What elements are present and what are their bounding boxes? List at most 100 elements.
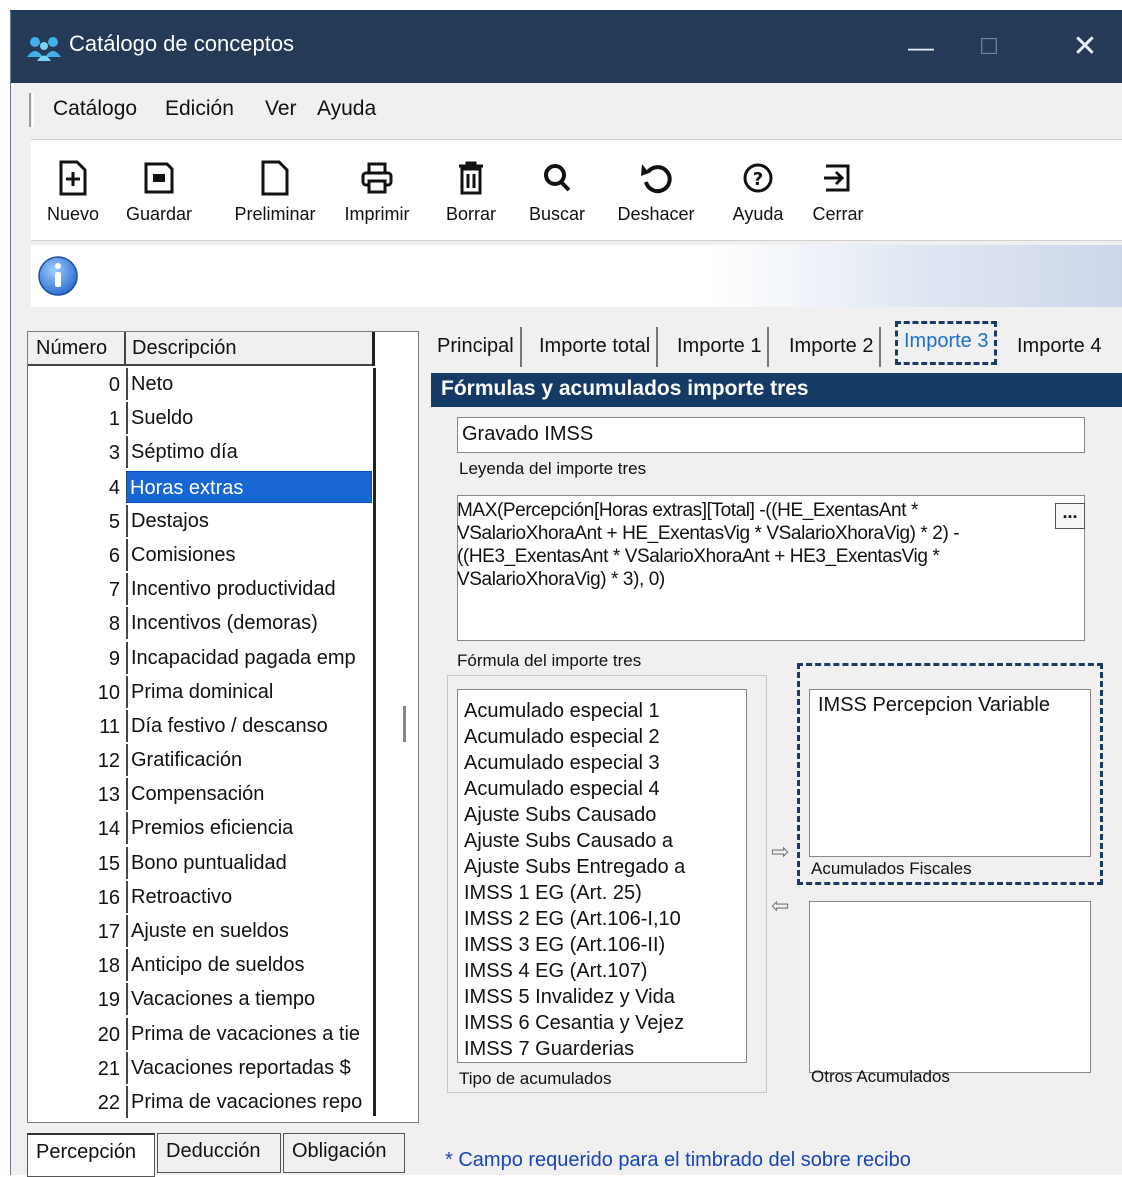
list-item[interactable]: IMSS 3 EG (Art.106-II) <box>458 932 698 958</box>
list-item[interactable]: Acumulado especial 3 <box>458 750 698 776</box>
row-number: 0 <box>108 374 120 396</box>
formula-editor-button[interactable]: ... <box>1055 503 1085 529</box>
tab-obligacion[interactable]: Obligación <box>283 1133 405 1173</box>
table-row[interactable]: 15 Bono puntualidad <box>28 846 375 881</box>
table-row[interactable]: 1 Sueldo <box>28 402 375 436</box>
formula-label: Fórmula del importe tres <box>457 651 642 670</box>
column-header-description[interactable]: Descripción <box>128 332 375 366</box>
row-description: Incapacidad pagada emp <box>126 641 372 674</box>
acc-types-list[interactable]: Acumulado especial 1 Acumulado especial 2… <box>457 689 747 1063</box>
tab-importe-4[interactable]: Importe 4 <box>1011 327 1107 367</box>
acc-types-items: Acumulado especial 1 Acumulado especial 2… <box>458 690 746 1062</box>
table-row[interactable]: 9 Incapacidad pagada emp <box>28 641 375 676</box>
svg-text:?: ? <box>753 169 763 190</box>
row-description: Incentivos (demoras) <box>126 607 372 640</box>
list-item[interactable]: IMSS 6 Cesantia y Vejez <box>458 1010 698 1036</box>
row-number: 3 <box>108 442 120 465</box>
table-row[interactable]: 6 Comisiones <box>28 538 375 573</box>
tab-principal[interactable]: Principal <box>431 327 522 367</box>
table-row[interactable]: 17 Ajuste en sueldos <box>28 915 375 949</box>
table-row[interactable]: 0 Neto <box>28 368 375 402</box>
list-item[interactable]: IMSS 1 EG (Art. 25) <box>458 880 698 906</box>
concepts-list[interactable]: Número Descripción 0 Neto 1 Sueldo 3 Séptimo … <box>27 331 419 1123</box>
list-scrollbar[interactable] <box>403 706 406 742</box>
close-button[interactable]: Cerrar <box>803 140 873 240</box>
row-number: 15 <box>97 852 120 875</box>
add-arrow-icon[interactable]: ⇨ <box>771 839 789 865</box>
menu-ver[interactable]: Ver <box>265 97 297 121</box>
tab-importe-total[interactable]: Importe total <box>533 327 659 367</box>
tab-importe-3[interactable]: Importe 3 <box>895 321 998 365</box>
minimize-button[interactable]: — <box>891 25 951 69</box>
print-button[interactable]: Imprimir <box>331 140 423 240</box>
row-number: 13 <box>97 784 120 807</box>
maximize-button[interactable]: ☐ <box>959 25 1019 69</box>
title-bar[interactable]: Catálogo de conceptos — ☐ ✕ <box>11 13 1122 83</box>
row-description: Ajuste en sueldos <box>126 915 372 947</box>
new-button[interactable]: Nuevo <box>39 140 107 240</box>
search-icon <box>544 164 571 192</box>
legend-field[interactable]: Gravado IMSS <box>457 417 1085 453</box>
table-row[interactable]: 20 Prima de vacaciones a tie <box>28 1017 375 1052</box>
printer-icon <box>361 162 393 194</box>
list-item[interactable]: IMSS 7 Guarderias <box>458 1036 698 1062</box>
row-number: 22 <box>97 1091 120 1114</box>
row-number: 4 <box>108 476 120 499</box>
delete-button[interactable]: Borrar <box>433 140 509 240</box>
acc-types-label: Tipo de acumulados <box>459 1069 612 1088</box>
list-item[interactable]: IMSS 2 EG (Art.106-I,10 <box>458 906 698 932</box>
row-number: 7 <box>108 579 120 602</box>
row-number: 14 <box>97 818 120 841</box>
menu-grip <box>29 93 34 127</box>
list-item[interactable]: Acumulado especial 2 <box>458 724 698 750</box>
row-description: Retroactivo <box>126 880 372 913</box>
table-row[interactable]: 4 Horas extras <box>28 470 375 505</box>
table-row[interactable]: 19 Vacaciones a tiempo <box>28 983 375 1017</box>
row-number: 18 <box>97 955 120 978</box>
table-row[interactable]: 10 Prima dominical <box>28 675 375 710</box>
tab-importe-2[interactable]: Importe 2 <box>783 327 882 367</box>
list-item[interactable]: Acumulado especial 4 <box>458 776 698 802</box>
list-item[interactable]: IMSS 5 Invalidez y Vida <box>458 984 698 1010</box>
tab-deduccion[interactable]: Deducción <box>157 1133 281 1173</box>
table-row[interactable]: 8 Incentivos (demoras) <box>28 607 375 641</box>
menu-ayuda[interactable]: Ayuda <box>317 97 376 121</box>
table-row[interactable]: 16 Retroactivo <box>28 880 375 915</box>
row-number: 1 <box>108 408 120 431</box>
menu-edicion[interactable]: Edición <box>165 97 234 121</box>
undo-button[interactable]: Deshacer <box>605 140 707 240</box>
table-row[interactable]: 18 Anticipo de sueldos <box>28 949 375 983</box>
table-row[interactable]: 7 Incentivo productividad <box>28 573 375 607</box>
table-row[interactable]: 5 Destajos <box>28 504 375 539</box>
list-item[interactable]: Ajuste Subs Causado a <box>458 828 698 854</box>
column-header-number[interactable]: Número <box>28 332 126 366</box>
table-row[interactable]: 22 Prima de vacaciones repo <box>28 1085 375 1120</box>
row-number: 21 <box>97 1057 120 1080</box>
row-description: Incentivo productividad <box>126 573 372 606</box>
table-row[interactable]: 11 Día festivo / descanso <box>28 709 375 744</box>
table-row[interactable]: 14 Premios eficiencia <box>28 812 375 846</box>
remove-arrow-icon[interactable]: ⇦ <box>771 893 789 919</box>
help-button[interactable]: ? Ayuda <box>721 140 795 240</box>
list-item[interactable]: Ajuste Subs Entregado a <box>458 854 698 880</box>
list-item[interactable]: Ajuste Subs Causado <box>458 802 698 828</box>
users-icon <box>27 37 61 61</box>
row-number: 6 <box>108 544 120 567</box>
preview-button[interactable]: Preliminar <box>225 140 325 240</box>
close-window-button[interactable]: ✕ <box>1055 25 1115 69</box>
menu-catalogo[interactable]: Catálogo <box>53 97 137 121</box>
save-button[interactable]: Guardar <box>117 140 201 240</box>
table-row[interactable]: 21 Vacaciones reportadas $ <box>28 1051 375 1086</box>
tab-percepcion[interactable]: Percepción <box>27 1133 155 1177</box>
row-description: Comisiones <box>126 538 372 571</box>
table-row[interactable]: 3 Séptimo día <box>28 436 375 470</box>
other-acc-list[interactable] <box>809 901 1091 1073</box>
table-row[interactable]: 13 Compensación <box>28 778 375 812</box>
row-description: Neto <box>126 368 372 400</box>
list-item[interactable]: IMSS 4 EG (Art.107) <box>458 958 698 984</box>
row-description: Sueldo <box>126 402 372 435</box>
list-item[interactable]: Acumulado especial 1 <box>458 698 698 724</box>
search-button[interactable]: Buscar <box>517 140 597 240</box>
tab-importe-1[interactable]: Importe 1 <box>671 327 770 367</box>
table-row[interactable]: 12 Gratificación <box>28 744 375 778</box>
